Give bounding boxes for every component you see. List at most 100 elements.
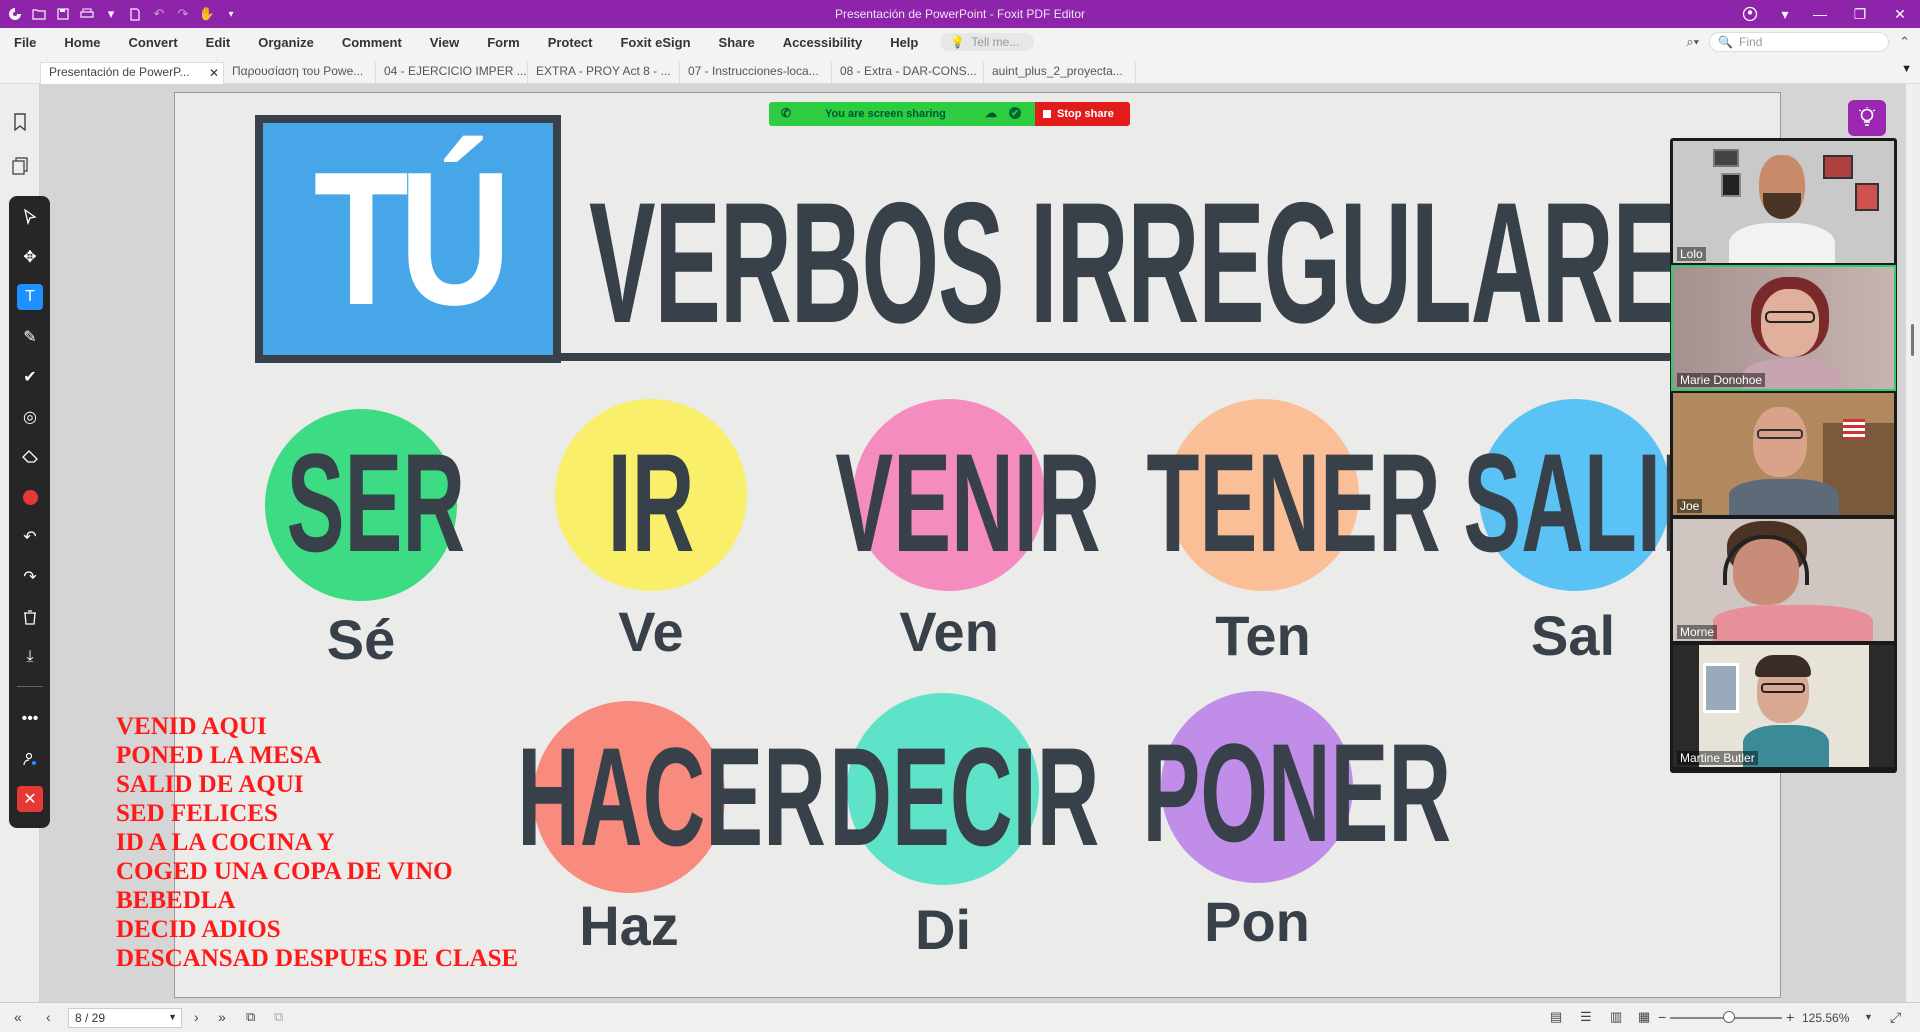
wall-frame	[1823, 155, 1853, 179]
bookmark-icon[interactable]	[10, 112, 30, 132]
zoom-out-icon[interactable]: −	[1658, 1009, 1666, 1025]
verb-label: SALIR	[1463, 424, 1724, 581]
screen-share-banner: ✆ You are screen sharing ☁ ✔ Stop share	[769, 102, 1130, 126]
menu-accessibility[interactable]: Accessibility	[769, 35, 877, 50]
text-tool-icon[interactable]: T	[17, 284, 43, 310]
tab-document[interactable]: Presentación de PowerP... ✕	[40, 62, 224, 84]
fullscreen-icon[interactable]: ⤢	[1890, 1009, 1901, 1026]
tab-label: 08 - Extra - DAR-CONS...	[840, 64, 977, 78]
customize-dropdown-icon[interactable]: ▾	[224, 7, 238, 21]
search-options-icon[interactable]: ⌕▾	[1686, 34, 1699, 50]
close-annotation-icon[interactable]: ✕	[17, 786, 43, 812]
hand-tool-icon[interactable]: ✋	[199, 6, 215, 21]
verb-label: DECIR	[829, 718, 1100, 875]
undo-icon[interactable]: ↶	[17, 524, 43, 550]
video-tile[interactable]: Morne	[1673, 519, 1894, 641]
redo-icon[interactable]: ↷	[176, 6, 190, 21]
menu-convert[interactable]: Convert	[115, 35, 192, 50]
menu-share[interactable]: Share	[705, 35, 769, 50]
pencil-icon[interactable]: ✎	[17, 324, 43, 350]
lightbulb-button[interactable]	[1848, 100, 1886, 136]
previous-page-icon[interactable]: ‹	[46, 1009, 51, 1025]
spotlight-icon[interactable]: ◎	[17, 404, 43, 430]
video-tile[interactable]: Martine Butler	[1673, 645, 1894, 767]
participant-settings-icon[interactable]	[17, 746, 43, 772]
zoom-level[interactable]: 125.56%	[1802, 1011, 1849, 1025]
continuous-facing-view-icon[interactable]: ▦	[1638, 1009, 1650, 1025]
screen-share-status-text: You are screen sharing	[825, 108, 946, 120]
menu-edit[interactable]: Edit	[192, 35, 245, 50]
download-icon[interactable]: ⤓	[17, 644, 43, 670]
close-button[interactable]: ✕	[1880, 0, 1920, 28]
glasses	[1757, 429, 1803, 439]
cloud-icon: ☁	[985, 106, 997, 120]
next-view-icon[interactable]: ⧉	[274, 1009, 283, 1025]
page-dropdown-icon[interactable]: ▼	[168, 1012, 177, 1022]
save-icon[interactable]	[56, 7, 70, 21]
checkmark-icon[interactable]: ✔	[17, 364, 43, 390]
last-page-icon[interactable]: »	[218, 1009, 226, 1025]
open-folder-icon[interactable]	[32, 7, 46, 21]
close-tab-icon[interactable]: ✕	[209, 66, 219, 80]
vertical-scrollbar[interactable]	[1906, 84, 1920, 1002]
zoom-slider-knob[interactable]	[1723, 1011, 1735, 1023]
single-page-view-icon[interactable]: ▤	[1550, 1009, 1562, 1025]
redo-icon[interactable]: ↷	[17, 564, 43, 590]
toolbar-divider	[17, 686, 43, 687]
facing-view-icon[interactable]: ▥	[1610, 1009, 1622, 1025]
trash-icon[interactable]	[17, 604, 43, 630]
tab-document[interactable]: EXTRA - PROY Act 8 - ...	[528, 62, 680, 84]
lightbulb-icon	[1858, 107, 1876, 126]
pages-thumbnail-icon[interactable]	[10, 156, 30, 176]
undo-icon[interactable]: ↶	[152, 6, 166, 21]
annotation-line: BEBEDLA	[116, 887, 236, 914]
menu-form[interactable]: Form	[473, 35, 534, 50]
color-picker-icon[interactable]	[17, 484, 43, 510]
stop-share-button[interactable]: Stop share	[1035, 102, 1130, 126]
zoom-dropdown-icon[interactable]: ▼	[1864, 1012, 1873, 1022]
ribbon-options-icon[interactable]: ▾	[1770, 0, 1800, 28]
lightbulb-icon: 💡	[950, 35, 966, 49]
menu-foxit-esign[interactable]: Foxit eSign	[606, 35, 704, 50]
menu-home[interactable]: Home	[50, 35, 114, 50]
tab-document[interactable]: 04 - EJERCICIO IMPER ...	[376, 62, 528, 84]
menu-help[interactable]: Help	[876, 35, 932, 50]
tab-document[interactable]: 08 - Extra - DAR-CONS...	[832, 62, 984, 84]
tell-me-search[interactable]: 💡 Tell me...	[940, 33, 1035, 51]
tab-document[interactable]: Παρουσίαση του Powe...	[224, 62, 376, 84]
menu-view[interactable]: View	[416, 35, 473, 50]
eraser-icon[interactable]	[17, 444, 43, 470]
scrollbar-thumb[interactable]	[1911, 324, 1914, 356]
restore-button[interactable]: ❐	[1840, 0, 1880, 28]
find-input[interactable]: 🔍 Find	[1709, 32, 1890, 52]
next-page-icon[interactable]: ›	[194, 1009, 199, 1025]
page-number-input[interactable]: 8 / 29 ▼	[68, 1008, 182, 1028]
video-tile[interactable]: Lolo	[1673, 141, 1894, 263]
collapse-ribbon-icon[interactable]: ⌃	[1899, 34, 1910, 50]
menu-protect[interactable]: Protect	[534, 35, 607, 50]
new-document-icon[interactable]	[128, 7, 142, 21]
print-icon[interactable]	[80, 7, 94, 21]
title-bar: ▾ ↶ ↷ ✋ ▾ Presentación de PowerPoint - F…	[0, 0, 1920, 28]
stop-icon	[1043, 110, 1051, 118]
account-icon[interactable]	[1730, 0, 1770, 28]
tab-document[interactable]: 07 - Instrucciones-loca...	[680, 62, 832, 84]
minimize-button[interactable]: —	[1800, 0, 1840, 28]
continuous-view-icon[interactable]: ☰	[1580, 1009, 1592, 1025]
tab-list-icon[interactable]: ▼	[1901, 63, 1912, 75]
tu-badge-text: TÚ	[313, 133, 512, 345]
video-tile-active-speaker[interactable]: Marie Donohoe	[1671, 265, 1896, 391]
move-icon[interactable]: ✥	[17, 244, 43, 270]
menu-comment[interactable]: Comment	[328, 35, 416, 50]
create-dropdown-icon[interactable]: ▾	[104, 6, 118, 21]
previous-view-icon[interactable]: ⧉	[246, 1009, 255, 1025]
menu-file[interactable]: File	[0, 35, 50, 50]
video-tile[interactable]: Joe	[1673, 393, 1894, 515]
participant-name: Lolo	[1677, 247, 1706, 261]
more-options-icon[interactable]: •••	[17, 706, 43, 732]
select-arrow-icon[interactable]	[17, 204, 43, 230]
tab-document[interactable]: auint_plus_2_proyecta...	[984, 62, 1136, 84]
zoom-in-icon[interactable]: +	[1786, 1009, 1794, 1025]
menu-organize[interactable]: Organize	[244, 35, 328, 50]
first-page-icon[interactable]: «	[14, 1009, 22, 1025]
